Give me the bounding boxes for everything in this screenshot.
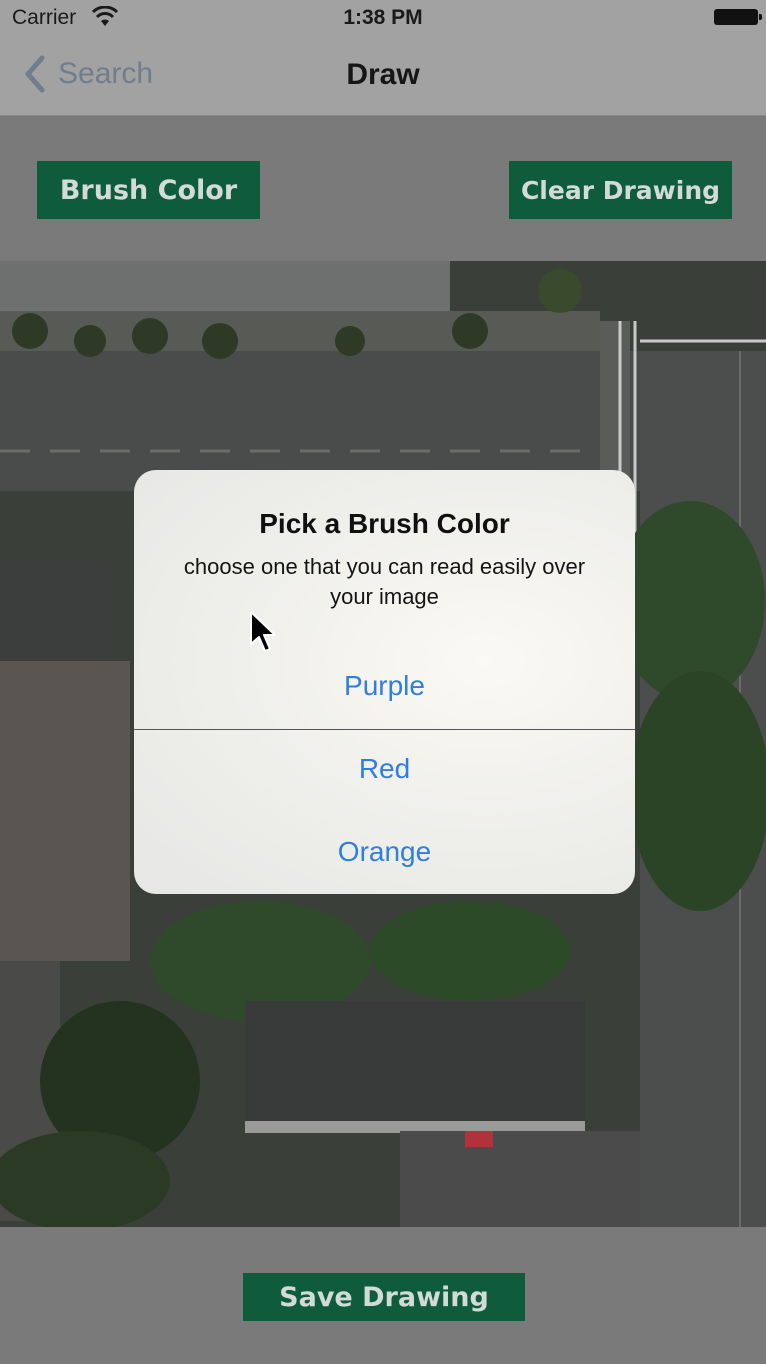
purple-option[interactable]: Purple: [134, 670, 635, 702]
brush-color-button[interactable]: Brush Color: [37, 161, 260, 219]
battery-icon: [714, 9, 762, 25]
orange-option[interactable]: Orange: [134, 836, 635, 868]
navigation-bar: Search Draw: [0, 38, 766, 116]
clock: 1:38 PM: [343, 6, 423, 29]
red-option[interactable]: Red: [134, 753, 635, 785]
status-bar: Carrier 1:38 PM: [0, 0, 766, 38]
cursor-icon: [250, 611, 276, 652]
divider: [134, 729, 635, 730]
save-drawing-button[interactable]: Save Drawing: [243, 1273, 525, 1321]
page-title: Draw: [346, 58, 420, 91]
brush-color-alert: Pick a Brush Color choose one that you c…: [134, 470, 635, 894]
alert-title: Pick a Brush Color: [259, 508, 510, 539]
bottom-bar: Save Drawing: [0, 1227, 766, 1364]
toolbar: Brush Color Clear Drawing: [0, 117, 766, 261]
alert-message: choose one that you can read easily over…: [183, 554, 586, 609]
clear-drawing-button[interactable]: Clear Drawing: [509, 161, 732, 219]
